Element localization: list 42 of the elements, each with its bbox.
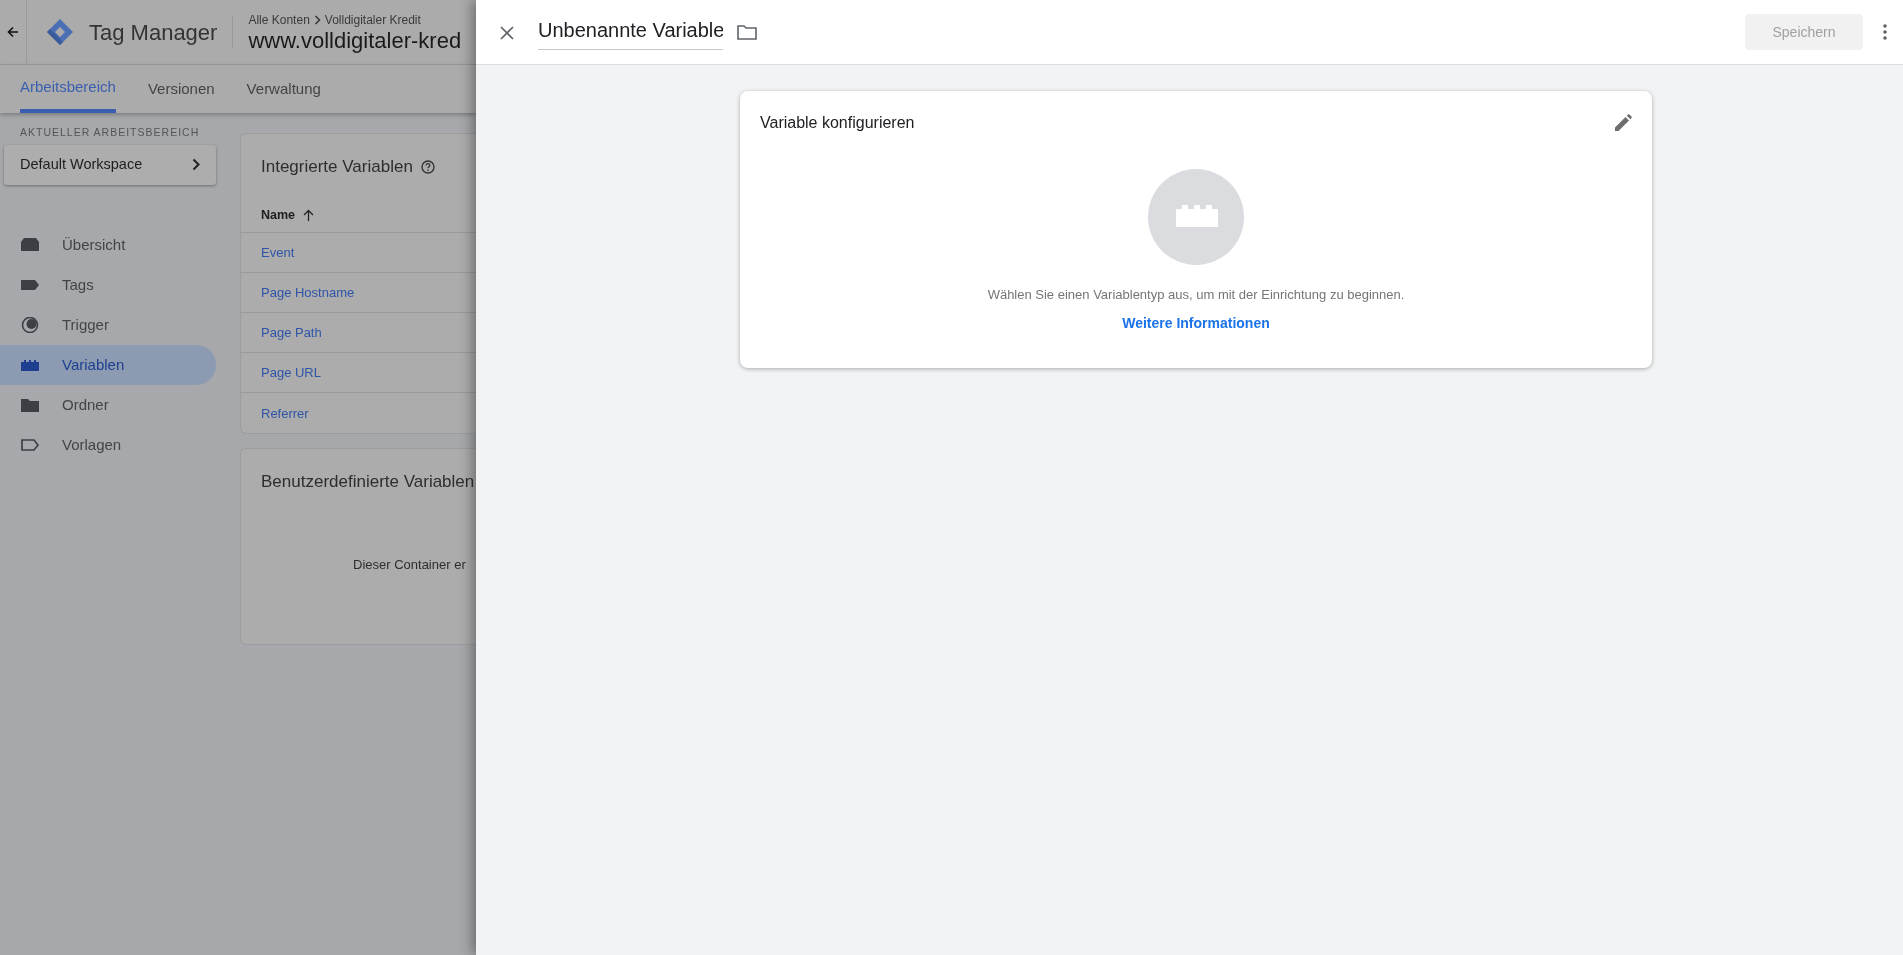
column-header[interactable]: Name	[261, 205, 296, 225]
trigger-icon	[20, 316, 40, 333]
card-title: Integrierte Variablen	[261, 156, 413, 178]
logo-icon	[45, 17, 75, 47]
sidebar-item[interactable]: Übersicht	[0, 224, 216, 265]
container-name: www.volldigitaler-kred	[248, 28, 462, 54]
card-title: Benutzerdefinierte Variablen	[260, 471, 476, 494]
variable-link[interactable]: Page URL	[261, 363, 321, 383]
nav-tab[interactable]: Verwaltung	[246, 65, 321, 113]
sidebar-item[interactable]: Variablen	[0, 344, 216, 385]
card-title: Variable konfigurieren	[760, 113, 915, 133]
variable-link[interactable]: Page Path	[261, 323, 322, 343]
empty-message: Dieser Container er	[352, 555, 467, 574]
back-arrow-icon	[7, 26, 19, 38]
sidebar-item[interactable]: Ordner	[0, 384, 216, 425]
hint-text: Wählen Sie einen Variablentyp aus, um mit der Einrichtung zu beginnen.	[987, 286, 1405, 304]
overview-icon	[20, 236, 40, 253]
workspace-heading: AKTUELLER ARBEITSBEREICH	[19, 125, 201, 140]
edit-icon[interactable]	[1614, 114, 1632, 132]
chevron-right-icon	[192, 158, 200, 172]
close-icon	[500, 25, 514, 40]
breadcrumb-link[interactable]: Alle Konten	[248, 10, 310, 29]
nav-tab[interactable]: Arbeitsbereich	[20, 65, 116, 113]
workspace-selector[interactable]: Default Workspace	[4, 144, 216, 185]
template-icon	[20, 436, 40, 453]
sidebar-item[interactable]: Vorlagen	[0, 424, 216, 465]
sort-ascending-icon[interactable]	[303, 208, 315, 221]
sidebar-item[interactable]: Trigger	[0, 304, 216, 345]
sidebar-item[interactable]: Tags	[0, 264, 216, 305]
breadcrumb-link[interactable]: Volldigitaler Kredit	[324, 10, 421, 29]
app-title: Tag Manager	[89, 18, 218, 47]
folder-icon	[20, 396, 40, 413]
chevron-right-icon	[313, 14, 321, 25]
variable-name-field[interactable]: Unbenannte Variable	[538, 14, 723, 50]
folder-icon[interactable]	[737, 24, 757, 40]
variable-link[interactable]: Referrer	[261, 403, 309, 423]
nav-tab[interactable]: Versionen	[147, 65, 215, 113]
variable-link[interactable]: Page Hostname	[261, 283, 355, 303]
learn-more-link[interactable]: Weitere Informationen	[1122, 312, 1270, 334]
variable-link[interactable]: Event	[261, 243, 295, 263]
help-icon[interactable]	[420, 159, 435, 174]
more-options-icon[interactable]	[1883, 24, 1887, 40]
